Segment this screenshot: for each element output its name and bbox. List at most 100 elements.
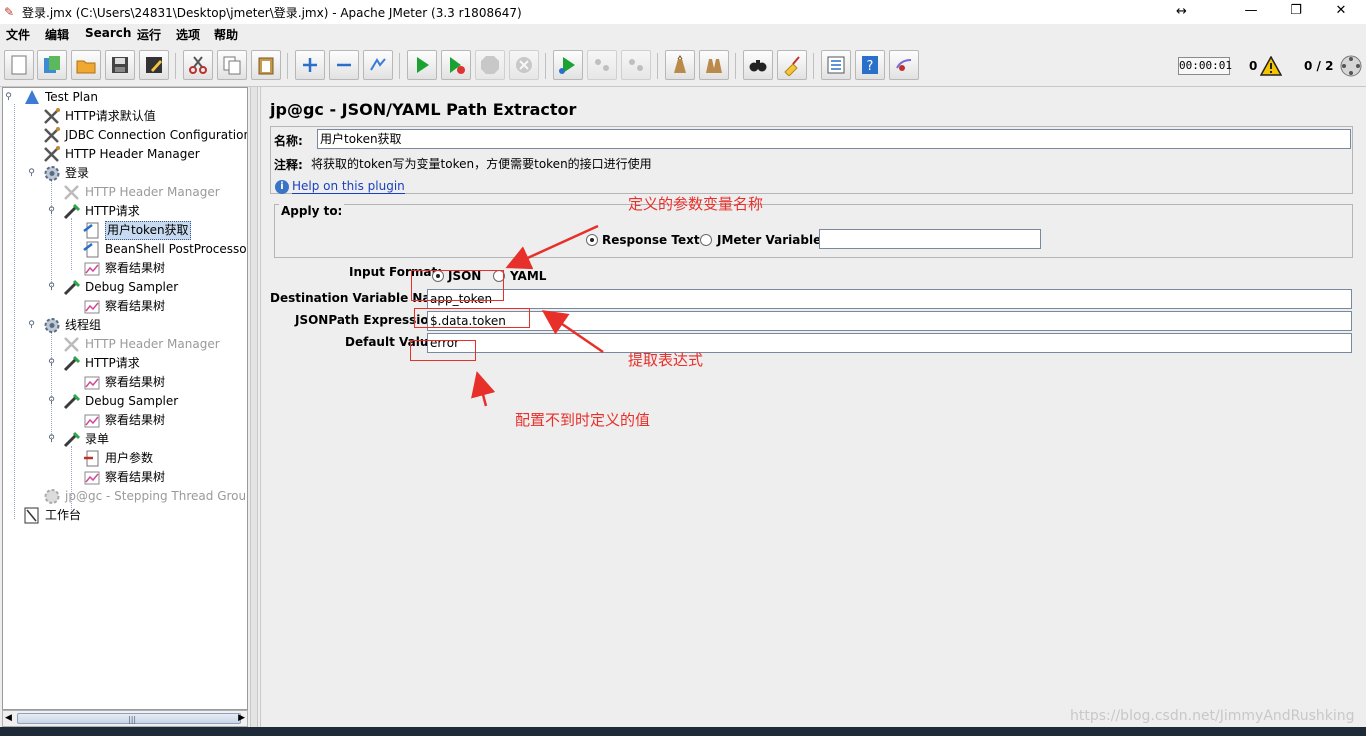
expand-icon[interactable] <box>295 50 325 80</box>
remote-shutdown-icon[interactable] <box>621 50 651 80</box>
toolbar-separator <box>399 53 400 79</box>
toolbar-separator <box>545 53 546 79</box>
annotation-var-name: 定义的参数变量名称 <box>628 195 764 213</box>
toolbar-separator <box>735 53 736 79</box>
tree-guide <box>71 218 72 270</box>
listener-icon <box>84 471 100 485</box>
comments-field[interactable]: 将获取的token写为变量token，方便需要token的接口进行使用 <box>311 155 652 172</box>
info-icon: i <box>275 180 289 194</box>
menu-help[interactable]: 帮助 <box>214 26 238 43</box>
annotation-box <box>410 340 476 361</box>
tree-guide <box>14 104 15 519</box>
start-icon[interactable] <box>407 50 437 80</box>
response-text-label[interactable]: Response Text <box>602 233 700 247</box>
expand-toggle[interactable]: ⚲ <box>47 397 56 406</box>
clear-icon[interactable] <box>665 50 695 80</box>
sampler-icon <box>63 203 81 220</box>
stop-icon[interactable] <box>475 50 505 80</box>
jmeter-feather-icon: ✎ <box>4 5 15 19</box>
toggle-icon[interactable] <box>363 50 393 80</box>
expand-toggle[interactable]: ⚲ <box>47 359 56 368</box>
function-helper-icon[interactable] <box>821 50 851 80</box>
clear-all-icon[interactable] <box>699 50 729 80</box>
save-icon[interactable] <box>105 50 135 80</box>
panel-splitter[interactable] <box>250 87 258 727</box>
scroll-left-icon[interactable]: ◀ <box>5 713 12 723</box>
workbench-icon <box>24 507 39 524</box>
annotation-expression: 提取表达式 <box>628 351 704 369</box>
thread-group-icon <box>44 318 60 333</box>
extractor-panel: jp@gc - JSON/YAML Path Extractor 名称: 用户t… <box>260 87 1366 727</box>
minimize-button[interactable]: — <box>1228 0 1274 24</box>
config-icon <box>44 108 60 124</box>
response-text-radio[interactable] <box>586 234 598 246</box>
log-viewer-icon[interactable] <box>889 50 919 80</box>
help-link[interactable]: Help on this plugin <box>292 179 405 194</box>
name-comments-box: 名称: 用户token获取 注释: 将获取的token写为变量token，方便需… <box>270 126 1353 194</box>
expand-toggle[interactable]: ⚲ <box>27 169 36 178</box>
collapse-icon[interactable] <box>329 50 359 80</box>
jsonpath-field[interactable]: $.data.token <box>427 311 1352 331</box>
jmeter-variable-radio[interactable] <box>700 234 712 246</box>
paste-icon[interactable] <box>251 50 281 80</box>
test-plan-icon <box>25 90 39 104</box>
sampler-icon <box>63 279 81 296</box>
pre-processor-icon <box>84 450 99 467</box>
listener-icon <box>84 376 100 390</box>
expand-toggle[interactable]: ⚲ <box>47 207 56 216</box>
toolbar-separator <box>813 53 814 79</box>
menu-bar: 文件 编辑 Search 运行 选项 帮助 <box>0 24 1366 44</box>
tree-horizontal-scrollbar[interactable]: ◀ ||| ▶ <box>2 710 248 727</box>
default-value-field[interactable]: error <box>427 333 1352 353</box>
post-processor-icon <box>83 222 99 239</box>
expand-toggle[interactable]: ⚲ <box>47 435 56 444</box>
toolbar: ? <box>0 45 1366 87</box>
panel-title: jp@gc - JSON/YAML Path Extractor <box>270 100 577 119</box>
thread-ratio: 0 / 2 <box>1304 59 1334 73</box>
expand-toggle[interactable]: ⚲ <box>4 93 13 102</box>
new-icon[interactable] <box>4 50 34 80</box>
copy-icon[interactable] <box>217 50 247 80</box>
config-icon <box>64 185 79 200</box>
maximize-button[interactable]: ❐ <box>1273 0 1319 24</box>
open-icon[interactable] <box>71 50 101 80</box>
menu-edit[interactable]: 编辑 <box>45 26 69 43</box>
watermark: https://blog.csdn.net/JimmyAndRushking <box>1070 708 1355 724</box>
window-title: 登录.jmx (C:\Users\24831\Desktop\jmeter\登录… <box>22 6 522 20</box>
resize-cursor-icon: ↔ <box>1176 4 1187 19</box>
expand-toggle[interactable]: ⚲ <box>27 321 36 330</box>
expand-toggle[interactable]: ⚲ <box>47 283 56 292</box>
jmeter-variable-field[interactable] <box>819 229 1041 249</box>
help-icon[interactable]: ? <box>855 50 885 80</box>
svg-text:?: ? <box>867 59 874 74</box>
warning-icon[interactable] <box>1260 56 1282 76</box>
listener-icon <box>84 414 100 428</box>
scroll-thumb[interactable]: ||| <box>17 713 241 724</box>
apply-to-legend: Apply to: <box>279 204 345 218</box>
scroll-right-icon[interactable]: ▶ <box>238 713 245 723</box>
test-plan-tree[interactable]: ⚲ ⚲ ⚲ ⚲ ⚲ ⚲ ⚲ ⚲ Test Plan HTTP请求默认值 JDBC… <box>2 87 248 710</box>
menu-file[interactable]: 文件 <box>6 26 30 43</box>
save-as-icon[interactable] <box>139 50 169 80</box>
search-icon[interactable] <box>743 50 773 80</box>
remote-stop-icon[interactable] <box>587 50 617 80</box>
dest-var-field[interactable]: app_token <box>427 289 1352 309</box>
yaml-label[interactable]: YAML <box>510 269 546 283</box>
templates-icon[interactable] <box>37 50 67 80</box>
cut-icon[interactable] <box>183 50 213 80</box>
thread-group-icon <box>44 166 60 181</box>
toolbar-separator <box>175 53 176 79</box>
menu-search[interactable]: Search <box>85 26 131 40</box>
jmeter-variable-label[interactable]: JMeter Variable: <box>717 233 826 247</box>
menu-options[interactable]: 选项 <box>176 26 200 43</box>
remote-start-icon[interactable] <box>553 50 583 80</box>
start-no-pause-icon[interactable] <box>441 50 471 80</box>
close-button[interactable]: ✕ <box>1318 0 1364 24</box>
sampler-icon <box>63 431 81 448</box>
menu-run[interactable]: 运行 <box>137 26 161 43</box>
thread-group-icon <box>44 489 60 504</box>
name-field[interactable]: 用户token获取 <box>317 129 1351 149</box>
listener-icon <box>84 262 100 276</box>
reset-search-icon[interactable] <box>777 50 807 80</box>
shutdown-icon[interactable] <box>509 50 539 80</box>
